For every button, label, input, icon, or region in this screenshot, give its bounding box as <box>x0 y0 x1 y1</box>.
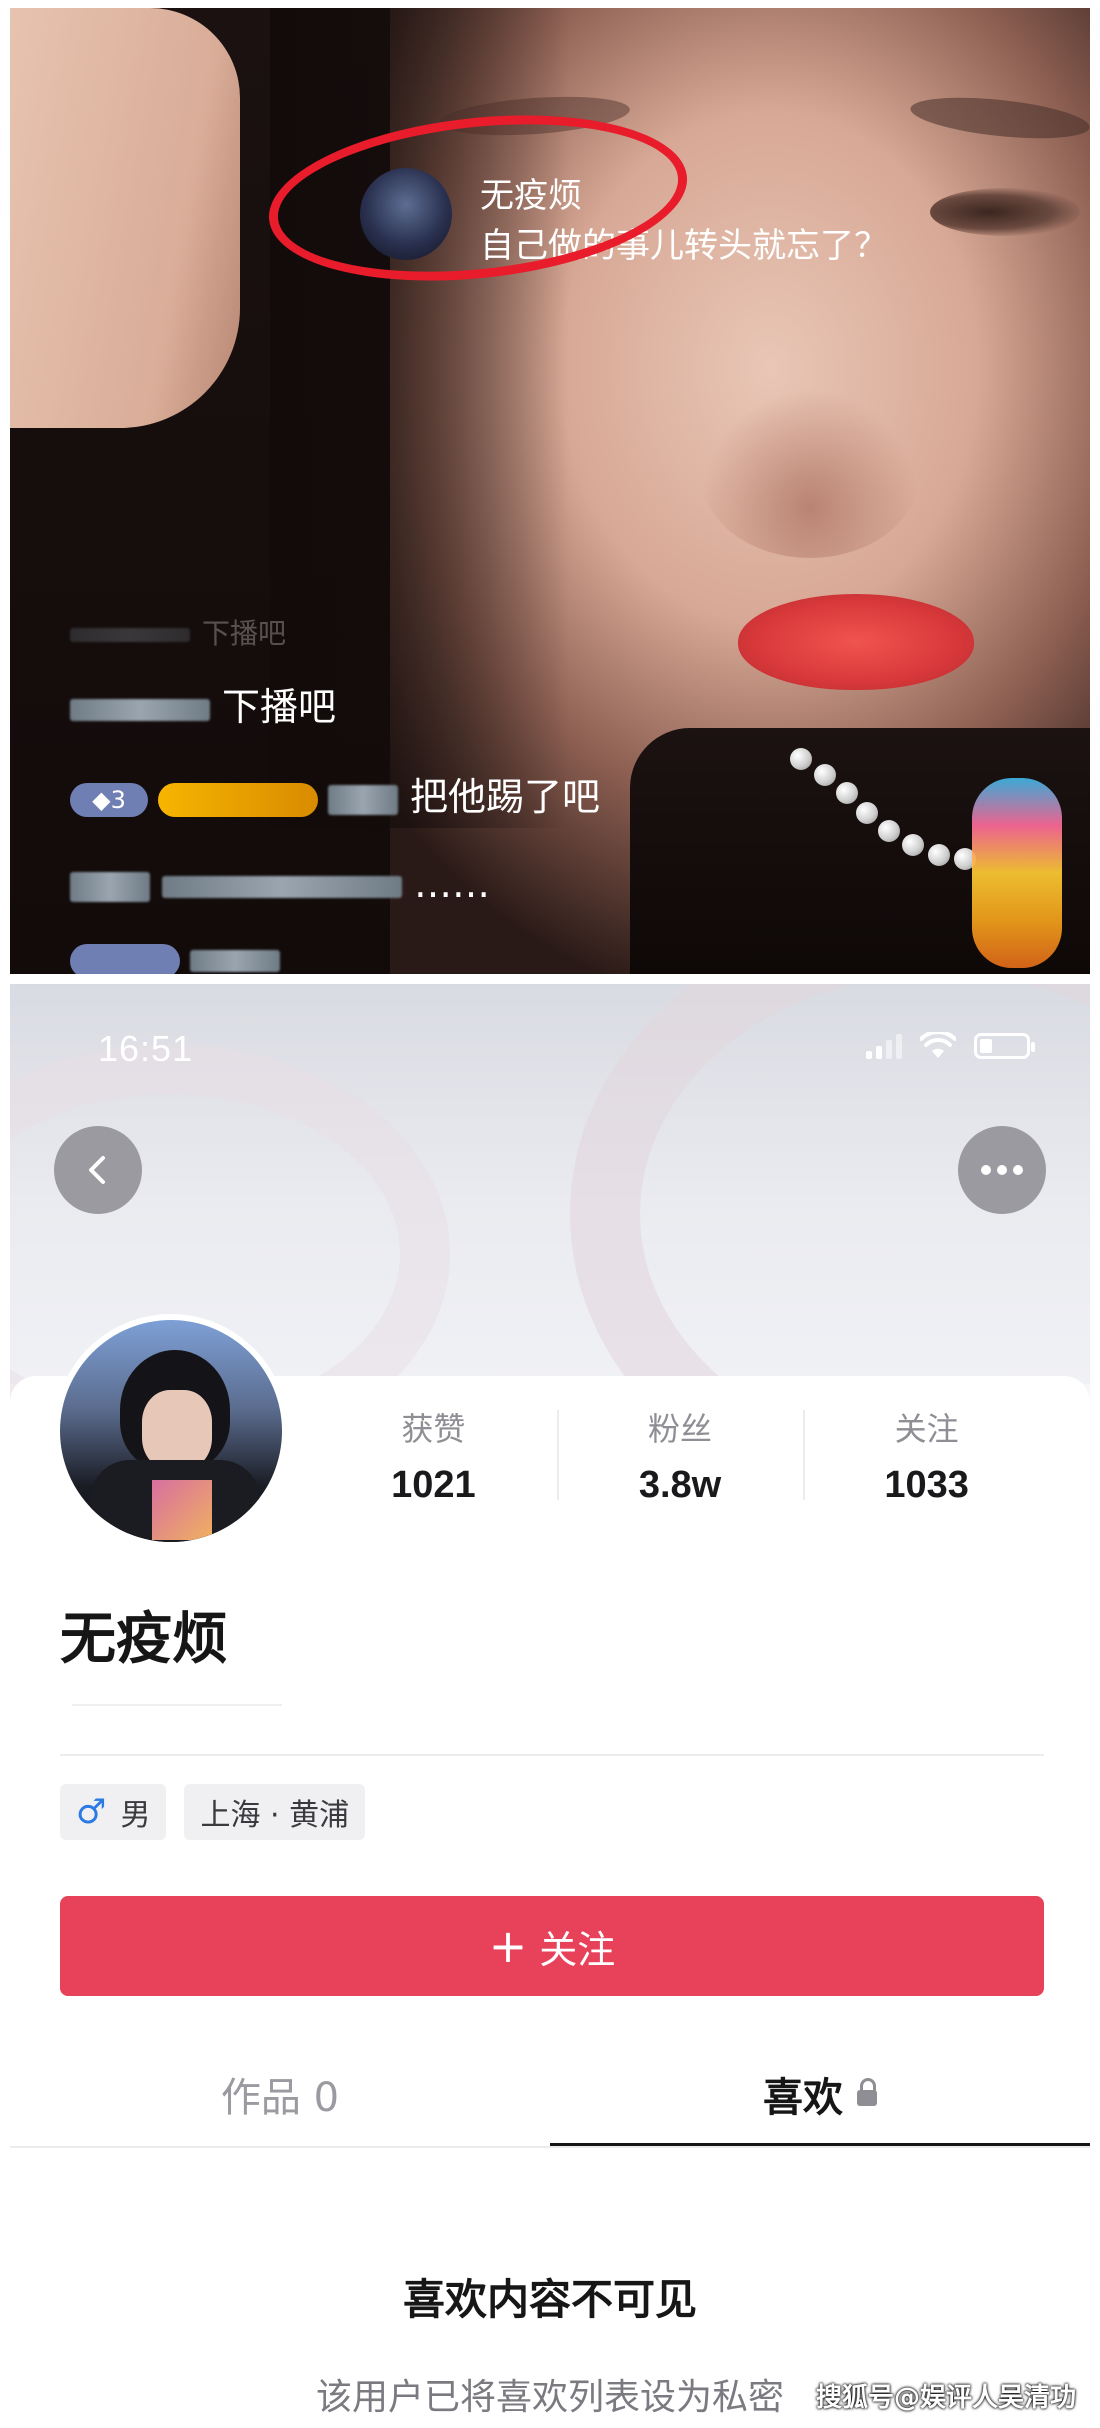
status-bar-icons <box>866 1032 1035 1060</box>
stat-value: 1033 <box>884 1464 969 1506</box>
battery-icon <box>974 1033 1035 1059</box>
plus-icon: + <box>488 1919 528 1973</box>
chat-comment: …… <box>70 862 490 906</box>
profile-screen: 16:51 获赞 1021 粉丝 3.8w 关注 1033 无疫烦 ♂ 男 上海… <box>10 984 1090 2428</box>
composite-screenshot: 无疫烦 自己做的事儿转头就忘了？ 下播吧 下播吧 ◆ 3 把他踢了吧 …… 16:… <box>0 0 1100 2428</box>
chat-comment-text: 下播吧 <box>222 685 337 729</box>
location-label: 上海 · 黄浦 <box>200 1798 350 1833</box>
location-tag: 上海 · 黄浦 <box>184 1784 366 1840</box>
tab-works[interactable]: 作品 0 <box>10 2044 550 2144</box>
tabs-divider <box>10 2146 1090 2148</box>
level-badge: ◆ 3 <box>70 782 148 817</box>
faded-comment: 下播吧 <box>70 612 286 652</box>
lips-shape <box>738 594 974 690</box>
chat-comment-text: …… <box>414 862 490 906</box>
section-divider <box>60 1754 1044 1756</box>
gender-tag: ♂ 男 <box>60 1784 167 1840</box>
eye-right <box>930 188 1080 236</box>
stat-value: 1021 <box>391 1464 476 1506</box>
more-dots-icon <box>981 1165 1023 1175</box>
empty-state-title: 喜欢内容不可见 <box>402 2275 697 2324</box>
stat-label: 关注 <box>894 1410 959 1448</box>
stat-likes[interactable]: 获赞 1021 <box>310 1404 557 1514</box>
stat-value: 3.8w <box>638 1464 722 1506</box>
avatar[interactable] <box>54 1314 288 1548</box>
profile-tags: ♂ 男 上海 · 黄浦 <box>60 1784 366 1840</box>
stat-label: 粉丝 <box>648 1410 713 1448</box>
status-bar-time: 16:51 <box>98 1028 194 1069</box>
chat-comment-text: 把他踢了吧 <box>410 775 601 819</box>
content-tabs: 作品 0 喜欢 <box>10 2044 1090 2148</box>
chat-comment: ◆ 3 把他踢了吧 <box>70 766 600 821</box>
more-options-button[interactable] <box>958 1126 1046 1214</box>
chat-comment: 下播吧 <box>70 676 336 731</box>
profile-stats: 获赞 1021 粉丝 3.8w 关注 1033 <box>310 1404 1050 1514</box>
live-stream-frame: 无疫烦 自己做的事儿转头就忘了？ 下播吧 下播吧 ◆ 3 把他踢了吧 …… <box>10 8 1090 974</box>
wifi-icon <box>920 1032 956 1058</box>
stat-following[interactable]: 关注 1033 <box>803 1404 1050 1514</box>
gender-label: 男 <box>120 1798 151 1833</box>
stat-label: 获赞 <box>401 1410 466 1448</box>
faded-comment-text: 下播吧 <box>202 617 287 650</box>
rainbow-hand-emoji <box>972 778 1062 968</box>
follow-label: 关注 <box>539 1927 616 1972</box>
level-badge <box>70 943 180 974</box>
level-badge-number: 3 <box>110 785 126 814</box>
nose-shape <box>700 388 920 558</box>
fan-club-badge <box>158 782 318 817</box>
hand-shape <box>10 8 240 428</box>
cellular-signal-icon <box>866 1033 902 1059</box>
back-button[interactable] <box>54 1126 142 1214</box>
profile-username: 无疫烦 <box>60 1607 228 1672</box>
chat-comment-partial <box>70 936 292 974</box>
stat-followers[interactable]: 粉丝 3.8w <box>556 1404 804 1514</box>
tab-likes[interactable]: 喜欢 <box>550 2044 1090 2148</box>
avatar-image <box>60 1320 282 1542</box>
tab-likes-label: 喜欢 <box>763 2075 843 2121</box>
chevron-left-icon <box>89 1156 105 1184</box>
lock-icon <box>857 2078 877 2106</box>
source-watermark: 搜狐号@娱评人吴清功 <box>815 2383 1076 2413</box>
male-icon: ♂ <box>76 1792 107 1832</box>
tab-works-label: 作品 0 <box>220 2075 340 2121</box>
id-placeholder-line <box>72 1704 282 1706</box>
follow-button[interactable]: + 关注 <box>60 1896 1044 1996</box>
eyebrow-right <box>908 90 1090 146</box>
